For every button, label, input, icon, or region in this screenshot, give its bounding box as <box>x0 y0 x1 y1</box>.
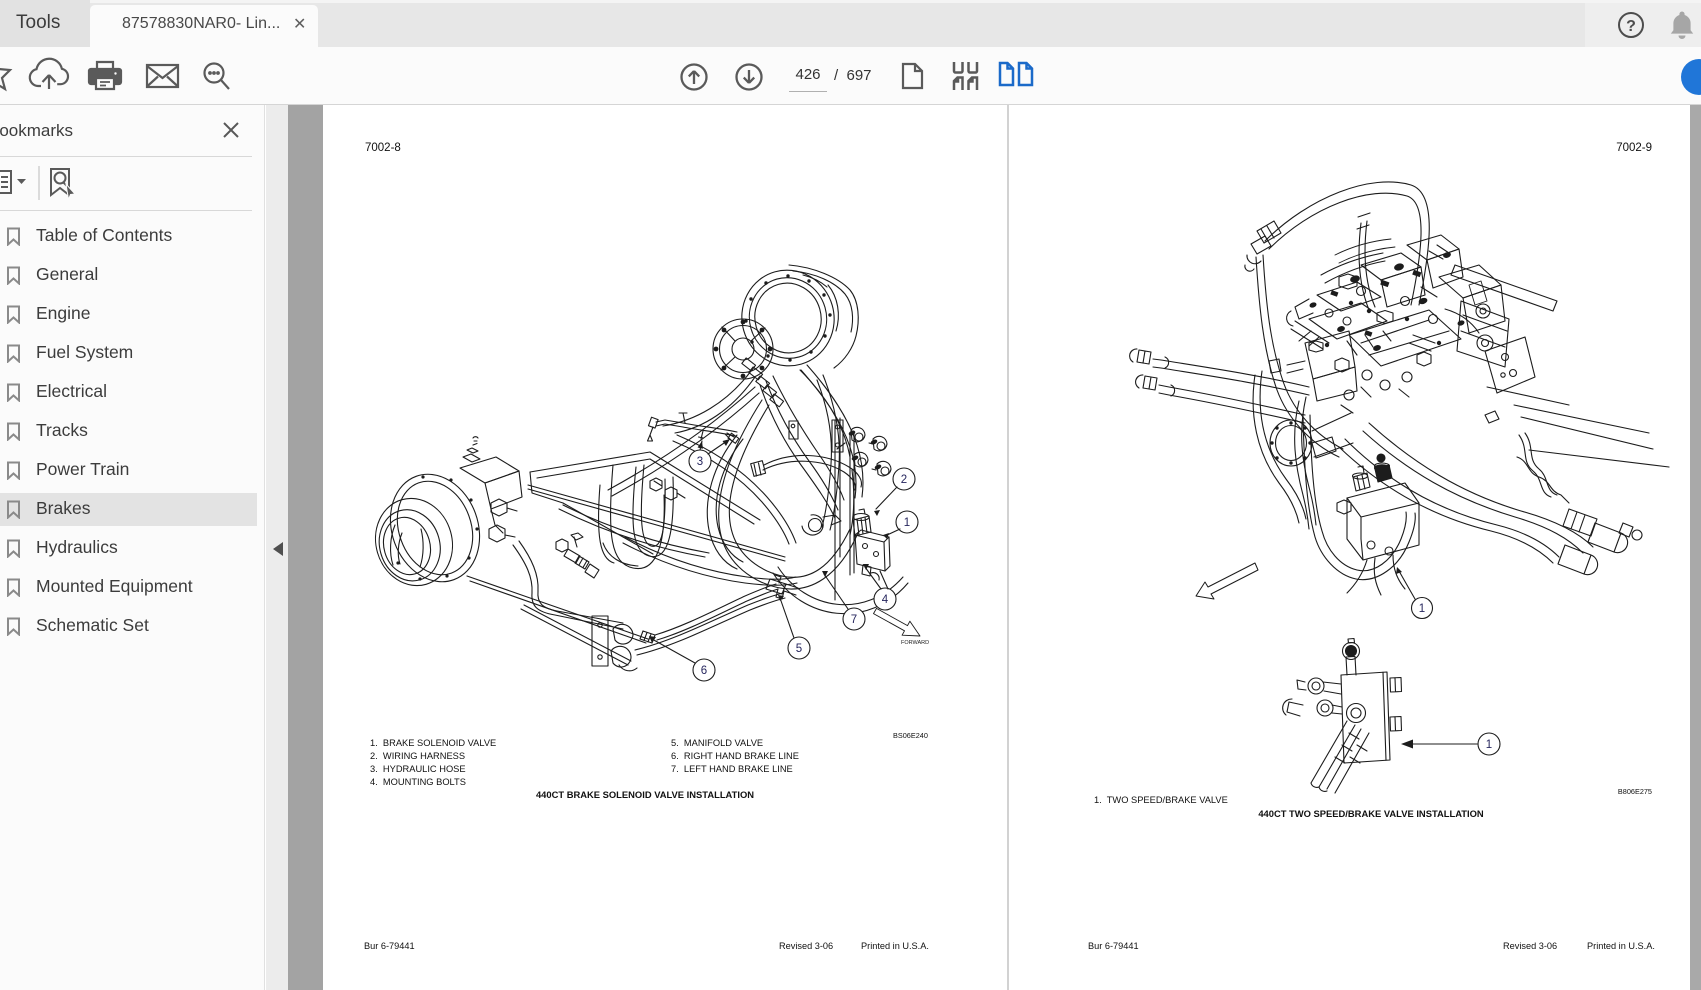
svg-text:2: 2 <box>901 474 907 486</box>
svg-text:4: 4 <box>882 594 889 606</box>
svg-text:3: 3 <box>697 456 703 468</box>
svg-text:1: 1 <box>1419 603 1425 615</box>
svg-text:FORWARD: FORWARD <box>901 640 929 646</box>
svg-text:1: 1 <box>904 517 910 529</box>
svg-text:5: 5 <box>796 643 802 655</box>
svg-text:7: 7 <box>851 614 857 626</box>
svg-text:1: 1 <box>1486 739 1492 751</box>
svg-text:6: 6 <box>701 665 707 677</box>
